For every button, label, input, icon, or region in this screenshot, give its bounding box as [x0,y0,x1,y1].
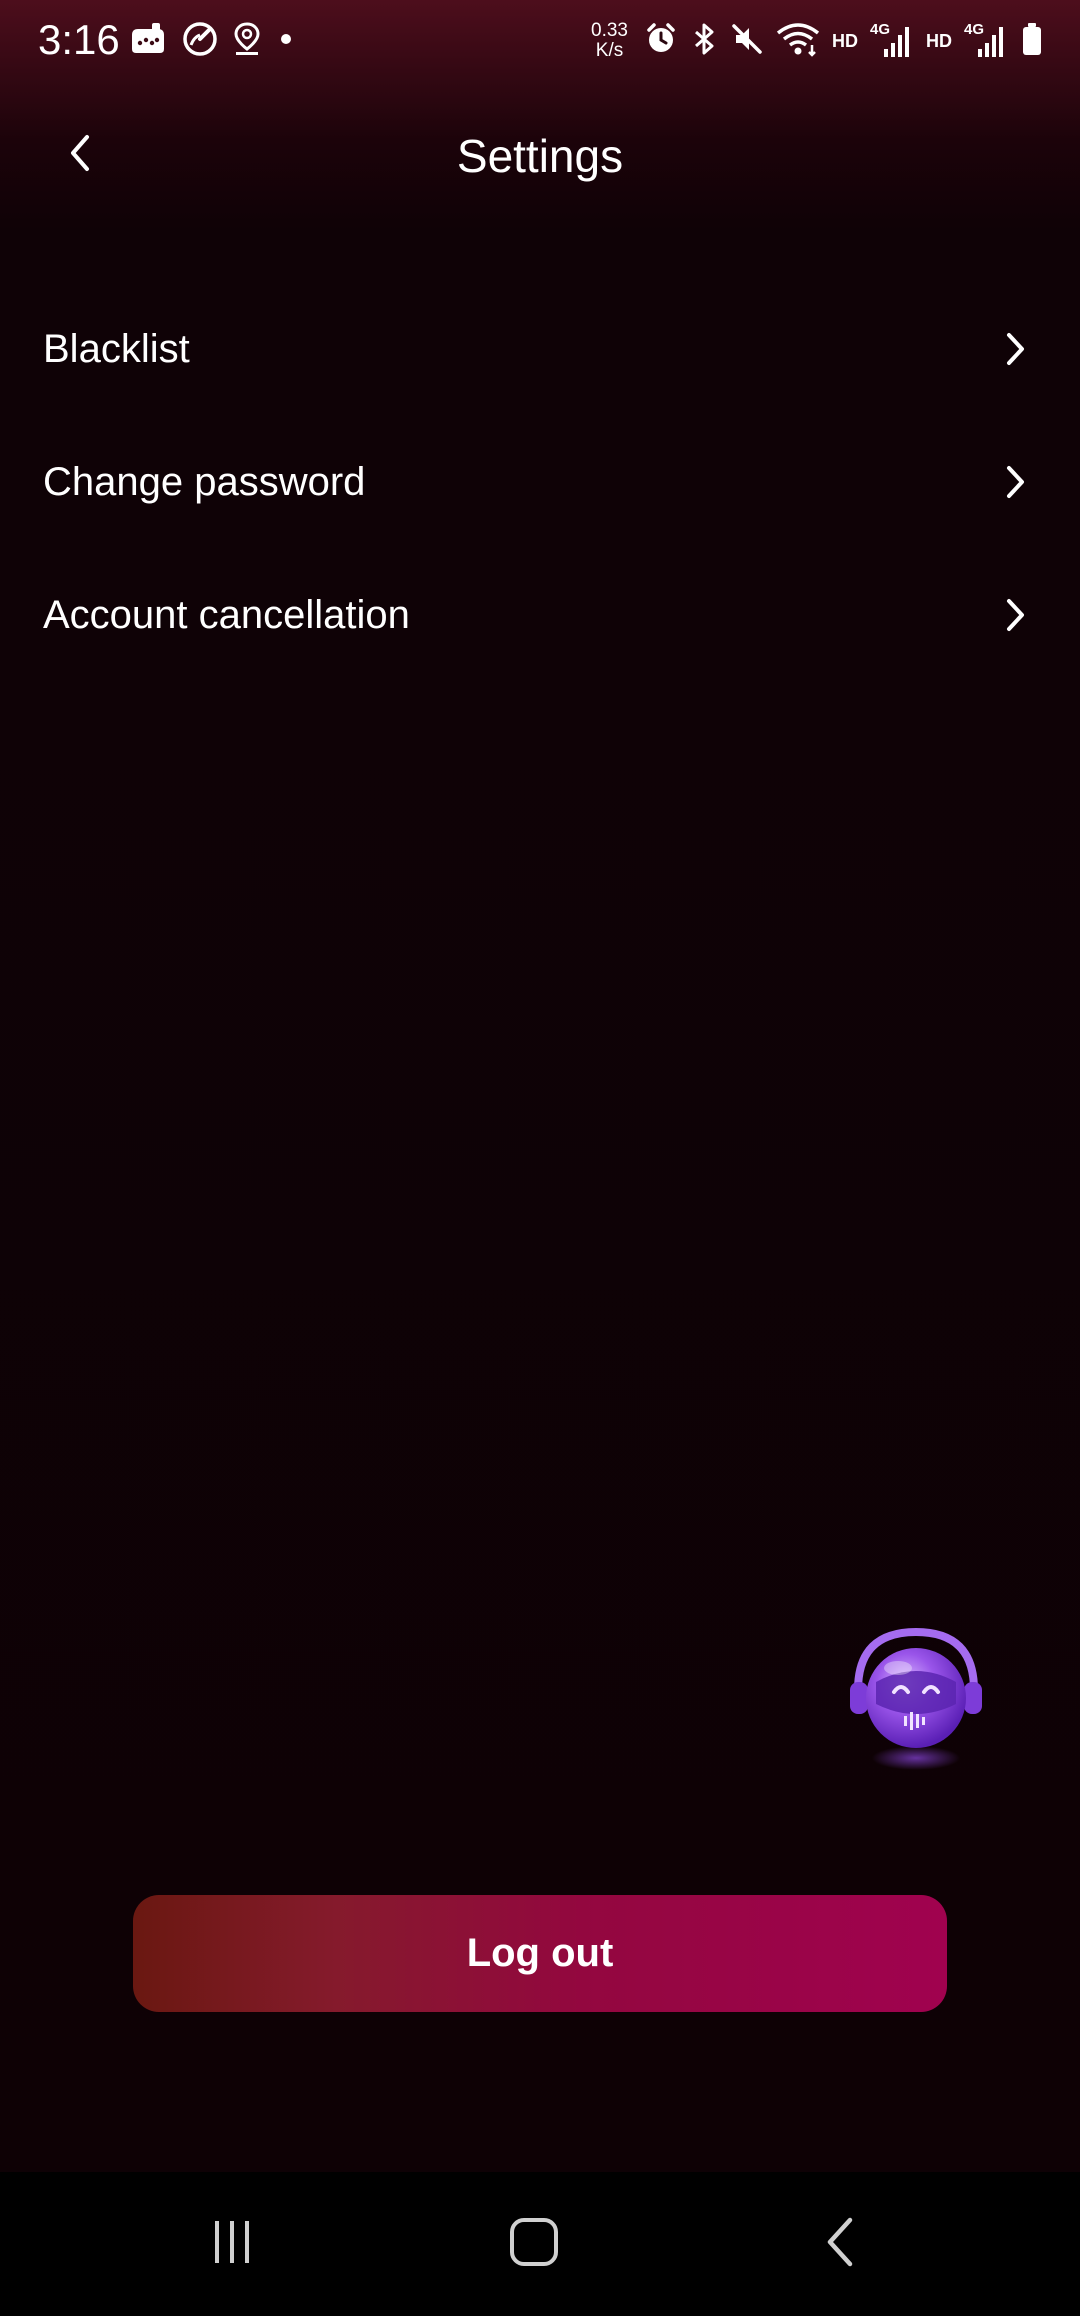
speed-gauge-icon [182,21,218,62]
net-speed-value: 0.33 [591,20,628,41]
chevron-right-icon [998,327,1032,371]
net-speed-unit: K/s [595,40,624,61]
system-nav-bar [0,2172,1080,2316]
back-nav-button[interactable] [800,2212,880,2276]
signal-icon-2: 4G [964,21,1008,61]
menu-item-change-password[interactable]: Change password [0,415,1080,548]
recents-icon [202,2215,262,2274]
signal-icon: 4G [870,21,914,61]
recents-button[interactable] [192,2212,272,2276]
settings-screen: 3:16 0.33 K/s HD 4G HD 4G Settings Black… [0,0,1080,2316]
status-time: 3:16 [38,16,120,63]
back-nav-icon [820,2214,860,2275]
notification-app-icon [128,21,168,62]
battery-icon [1020,21,1044,62]
page-title: Settings [456,130,624,182]
settings-menu: Blacklist Change password Account cancel… [0,282,1080,681]
hd-label-2: HD [926,30,952,51]
status-left-icons [128,20,296,62]
location-pin-icon [232,21,262,62]
robot-assistant-icon [846,1627,986,1784]
menu-item-label: Blacklist [43,326,190,371]
status-bar: 3:16 0.33 K/s HD 4G HD 4G [0,0,1080,80]
chevron-right-icon [998,460,1032,504]
logout-button[interactable]: Log out [133,1895,947,2012]
chevron-right-icon [998,593,1032,637]
mute-icon [730,22,764,61]
app-header: Settings [0,100,1080,210]
menu-item-label: Account cancellation [43,592,410,637]
dot-icon [276,21,296,62]
home-icon [504,2214,564,2275]
bluetooth-icon [690,22,718,61]
alarm-icon [644,22,678,61]
wifi-icon [776,21,820,62]
menu-item-blacklist[interactable]: Blacklist [0,282,1080,415]
logout-label: Log out [466,1931,614,1975]
home-button[interactable] [494,2212,574,2276]
menu-item-account-cancellation[interactable]: Account cancellation [0,548,1080,681]
hd-label-1: HD [832,30,858,51]
status-right-icons: 0.33 K/s HD 4G HD 4G [591,18,1044,64]
network-speed: 0.33 K/s [591,21,628,61]
menu-item-label: Change password [43,459,366,504]
assistant-button[interactable] [846,1620,986,1780]
